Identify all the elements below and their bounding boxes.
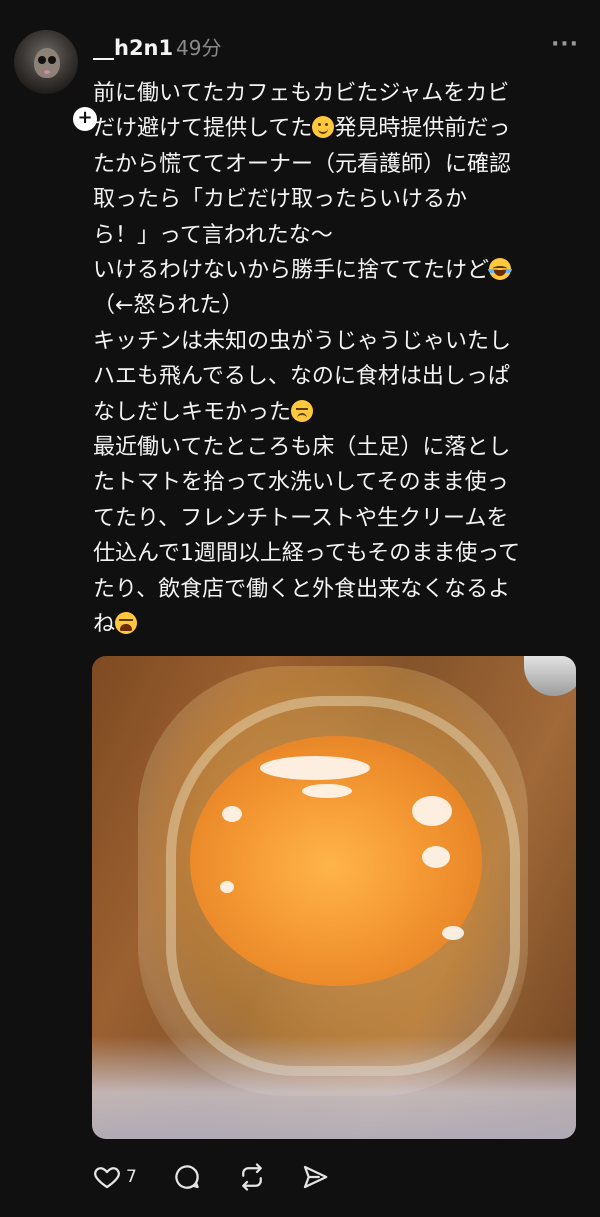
post-image[interactable] [92,656,576,1139]
post-body-line: 最近働いてたところも床（土足）に落とし [93,430,583,465]
post-timestamp: 49分 [176,36,222,60]
thread-post: + __h2n1 49分 ··· 前に働いてたカフェもカビたジャムをカビ だけ避け… [0,0,600,1217]
avatar-eye-right [48,56,56,64]
post-body-line: なしだしキモかった [93,395,583,430]
photo-mold-spot [422,846,450,868]
avatar-image [14,30,78,94]
post-body-line: だけ避けて提供してた 発見時提供前だっ [93,111,583,146]
post-body-text: （←怒られた） [93,293,244,319]
heart-icon [94,1167,120,1189]
send-icon [303,1165,328,1189]
post-body-line: ね [93,607,583,642]
post-body-text: ね [93,612,116,638]
avatar[interactable]: + [14,30,100,134]
post-body-line: （←怒られた） [93,288,583,323]
post-body-text: だけ避けて提供してた [93,116,313,142]
post-body-line: たから慌ててオーナー（元看護師）に確認 [93,147,583,182]
slightly-smiling-face-emoji-icon [312,116,335,139]
avatar-eye-left [38,56,46,64]
repost-icon [242,1163,262,1191]
post-body-text: たトマトを拾って水洗いしてそのまま使っ [93,470,509,496]
more-options-icon[interactable]: ··· [550,30,580,60]
post-body-text: 取ったら「カビだけ取ったらいけるか [93,187,468,213]
post-body-line: たり、飲食店で働くと外食出来なくなるよ [93,572,583,607]
username[interactable]: __h2n1 [93,34,173,62]
post-body-line: キッチンは未知の虫がうじゃうじゃいたし [93,324,583,359]
photo-spoon [524,656,576,696]
like-count: 7 [126,1167,137,1187]
post-body-line: いけるわけないから勝手に捨ててたけど [93,253,583,288]
post-body-text: 前に働いてたカフェもカビたジャムをカビ [93,81,510,106]
comment-button[interactable] [172,1160,202,1194]
photo-jar-base [92,1036,576,1139]
disappointed-face-emoji-icon [291,399,314,422]
tired-face-emoji-icon [115,612,138,635]
post-body-text: ら！」って言われたな〜 [93,222,333,248]
photo-mold-spot [442,926,464,940]
post-body-text: なしだしキモかった [93,399,292,425]
like-button[interactable]: 7 [92,1160,137,1194]
post-body-text: たり、飲食店で働くと外食出来なくなるよ [93,576,511,602]
post-body-text: 最近働いてたところも床（土足）に落とし [93,435,511,461]
post-body-text: 仕込んで1週間以上経ってもそのまま使って [93,541,521,567]
photo-mold-spot [222,806,242,822]
post-body-line: 前に働いてたカフェもカビたジャムをカビ [93,76,583,111]
post-body-line: てたり、フレンチトーストや生クリームを [93,501,583,536]
avatar-nose [44,70,50,74]
post-body-line: 仕込んで1週間以上経ってもそのまま使って [93,536,583,571]
photo-mold-spot [412,796,452,826]
post-body-text: ハエも飛んでるし、なのに食材は出しっぱ [93,364,510,390]
post-body-text: 発見時提供前だっ [334,116,511,142]
post-body-text: いけるわけないから勝手に捨ててたけど [93,258,490,284]
post-body-line: ら！」って言われたな〜 [93,218,583,253]
repost-button[interactable] [237,1160,267,1194]
post-actions: 7 [92,1160,392,1194]
photo-mold-spot [302,784,352,798]
post-body-text: たから慌ててオーナー（元看護師）に確認 [93,151,512,177]
post-body-line: たトマトを拾って水洗いしてそのまま使っ [93,465,583,500]
post-body: 前に働いてたカフェもカビたジャムをカビ だけ避けて提供してた 発見時提供前だっ たから… [93,76,583,643]
post-body-text: てたり、フレンチトーストや生クリームを [93,505,509,531]
face-with-tears-of-joy-emoji-icon [489,258,512,281]
comment-icon [175,1165,199,1189]
photo-mold-spot [220,881,234,893]
post-body-line: ハエも飛んでるし、なのに食材は出しっぱ [93,359,583,394]
photo-mold-spot [260,756,370,780]
post-body-line: 取ったら「カビだけ取ったらいけるか [93,182,583,217]
post-body-text: キッチンは未知の虫がうじゃうじゃいたし [93,328,512,354]
share-button[interactable] [300,1160,330,1194]
